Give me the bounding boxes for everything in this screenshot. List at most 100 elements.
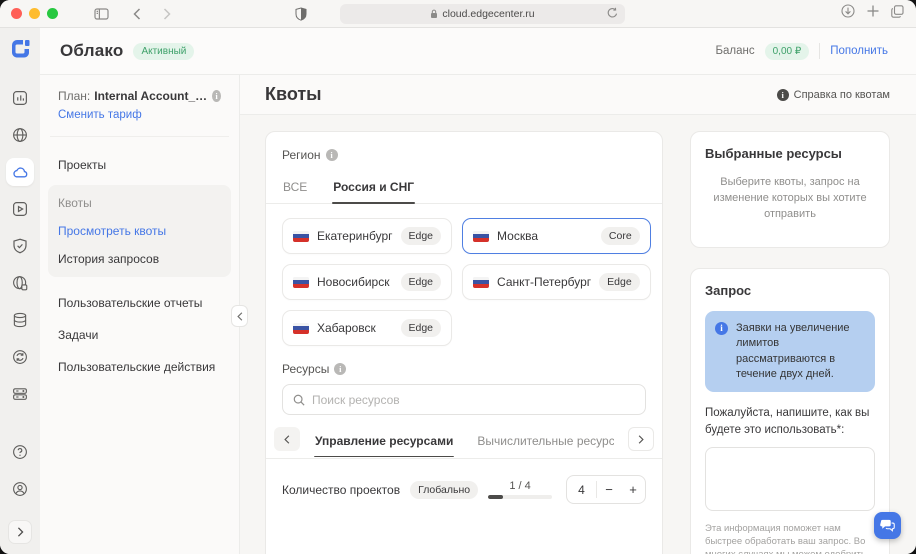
- tab-overview-icon[interactable]: [891, 5, 904, 18]
- increment-button[interactable]: +: [621, 482, 645, 497]
- selected-resources-card: Выбранные ресурсы Выберите квоты, запрос…: [690, 131, 890, 248]
- cdn-icon[interactable]: [6, 269, 34, 297]
- region-tabbar: ВСЕ Россия и СНГ: [266, 174, 662, 204]
- quota-value[interactable]: 4: [567, 483, 596, 497]
- sidebar-item-view-quotas[interactable]: Просмотреть квоты: [48, 217, 231, 245]
- sidebar-item-tasks[interactable]: Задачи: [48, 319, 231, 351]
- back-icon[interactable]: [126, 4, 148, 24]
- russia-flag-icon: [473, 231, 489, 242]
- russia-flag-icon: [293, 277, 309, 288]
- region-card-moscow[interactable]: Москва Core: [462, 218, 651, 254]
- quota-name: Количество проектов: [282, 483, 400, 497]
- plan-label: План:: [58, 87, 90, 105]
- plan-value: Internal Account_RUB_Cl...: [94, 87, 208, 105]
- sidebar: План: Internal Account_RUB_Cl... i Смени…: [40, 75, 240, 554]
- resource-search: [282, 384, 646, 415]
- plan-info-icon[interactable]: i: [212, 90, 221, 102]
- region-tab-russia[interactable]: Россия и СНГ: [332, 174, 415, 203]
- sidebar-item-request-history[interactable]: История запросов: [48, 245, 231, 273]
- quota-usage: 1 / 4: [488, 480, 552, 499]
- servers-icon[interactable]: [6, 380, 34, 408]
- help-info-icon: i: [777, 89, 789, 101]
- region-card-ekaterinburg[interactable]: Екатеринбург Edge: [282, 218, 452, 254]
- quota-stepper: 4 − +: [566, 475, 646, 504]
- app-header: Облако Активный Баланс 0,00 ₽ Пополнить: [40, 28, 916, 75]
- region-type-badge: Core: [601, 227, 640, 245]
- downloads-icon[interactable]: [841, 4, 855, 18]
- region-tab-all[interactable]: ВСЕ: [282, 174, 308, 203]
- notice-info-icon: i: [715, 322, 728, 335]
- quota-help-link[interactable]: i Справка по квотам: [777, 89, 890, 101]
- lock-icon: [430, 9, 438, 19]
- edgecenter-logo[interactable]: [7, 36, 33, 62]
- usage-textarea[interactable]: [705, 447, 875, 511]
- russia-flag-icon: [293, 231, 309, 242]
- sidebar-item-user-actions[interactable]: Пользовательские действия: [48, 351, 231, 383]
- region-card-saint-petersburg[interactable]: Санкт-Петербург Edge: [462, 264, 651, 300]
- security-shield-icon[interactable]: [6, 232, 34, 260]
- resource-tab-management[interactable]: Управление ресурсами: [314, 428, 454, 457]
- sidebar-quota-group: Квоты Просмотреть квоты История запросов: [48, 185, 231, 277]
- new-tab-icon[interactable]: [867, 5, 879, 17]
- quota-usage-bar: [488, 495, 552, 499]
- request-card: Запрос i Заявки на увеличение лимитов ра…: [690, 268, 890, 554]
- forward-icon[interactable]: [156, 4, 178, 24]
- profile-icon[interactable]: [6, 475, 34, 503]
- decrement-button[interactable]: −: [597, 482, 621, 497]
- request-notice: i Заявки на увеличение лимитов рассматри…: [705, 311, 875, 393]
- traffic-lights: [11, 8, 58, 19]
- search-icon: [293, 394, 305, 406]
- rail-expand-button[interactable]: [8, 520, 32, 544]
- region-type-badge: Edge: [401, 319, 442, 337]
- browser-chrome: cloud.edgecenter.ru: [0, 0, 916, 28]
- database-icon[interactable]: [6, 306, 34, 334]
- tabs-scroll-left-icon[interactable]: [274, 427, 300, 451]
- topup-link[interactable]: Пополнить: [830, 45, 888, 57]
- resources-label: Ресурсы: [282, 362, 329, 376]
- reload-icon[interactable]: [607, 7, 618, 19]
- search-input[interactable]: [312, 393, 635, 407]
- main-header: Квоты i Справка по квотам: [240, 75, 916, 115]
- support-chat-button[interactable]: [874, 512, 901, 539]
- status-badge: Активный: [133, 43, 194, 60]
- region-label: Регион: [282, 148, 321, 162]
- notice-text: Заявки на увеличение лимитов рассматрива…: [736, 321, 865, 383]
- region-type-badge: Edge: [401, 273, 442, 291]
- region-info-icon[interactable]: i: [326, 149, 338, 161]
- sidebar-group-title-quotas: Квоты: [48, 189, 231, 217]
- quota-row-project-count: Количество проектов Глобально 1 / 4 4 −: [282, 475, 646, 504]
- streaming-icon[interactable]: [6, 195, 34, 223]
- analytics-icon[interactable]: [6, 84, 34, 112]
- region-card-novosibirsk[interactable]: Новосибирск Edge: [282, 264, 452, 300]
- region-type-badge: Edge: [401, 227, 442, 245]
- sidebar-collapse-button[interactable]: [231, 305, 248, 327]
- sidebar-item-projects[interactable]: Проекты: [48, 149, 231, 181]
- quota-usage-label: 1 / 4: [488, 480, 552, 492]
- right-panel: Выбранные ресурсы Выберите квоты, запрос…: [690, 131, 890, 554]
- sync-icon[interactable]: [6, 343, 34, 371]
- privacy-shield-icon[interactable]: [290, 4, 312, 24]
- region-grid: Екатеринбург Edge Москва Core: [282, 218, 646, 346]
- selected-resources-title: Выбранные ресурсы: [705, 146, 875, 161]
- russia-flag-icon: [473, 277, 489, 288]
- resource-tab-compute[interactable]: Вычислительные ресурсы: [476, 428, 614, 457]
- help-icon[interactable]: [6, 438, 34, 466]
- hosting-globe-icon[interactable]: [6, 121, 34, 149]
- region-card-khabarovsk[interactable]: Хабаровск Edge: [282, 310, 452, 346]
- app-title: Облако: [60, 41, 123, 61]
- change-tariff-link[interactable]: Сменить тариф: [58, 107, 221, 124]
- header-divider: [819, 43, 820, 59]
- close-window-button[interactable]: [11, 8, 22, 19]
- resources-info-icon[interactable]: i: [334, 363, 346, 375]
- zoom-window-button[interactable]: [47, 8, 58, 19]
- icon-rail: [0, 28, 40, 554]
- sidebar-item-user-reports[interactable]: Пользовательские отчеты: [48, 287, 231, 319]
- chat-bubbles-icon: [880, 519, 895, 532]
- address-bar[interactable]: cloud.edgecenter.ru: [340, 4, 625, 24]
- minimize-window-button[interactable]: [29, 8, 40, 19]
- balance-label: Баланс: [715, 45, 754, 57]
- cloud-icon[interactable]: [6, 158, 34, 186]
- quotas-card: Регион i ВСЕ Россия и СНГ Екатеринбург: [265, 131, 663, 554]
- tabs-scroll-right-icon[interactable]: [628, 427, 654, 451]
- browser-sidebar-toggle-icon[interactable]: [90, 4, 112, 24]
